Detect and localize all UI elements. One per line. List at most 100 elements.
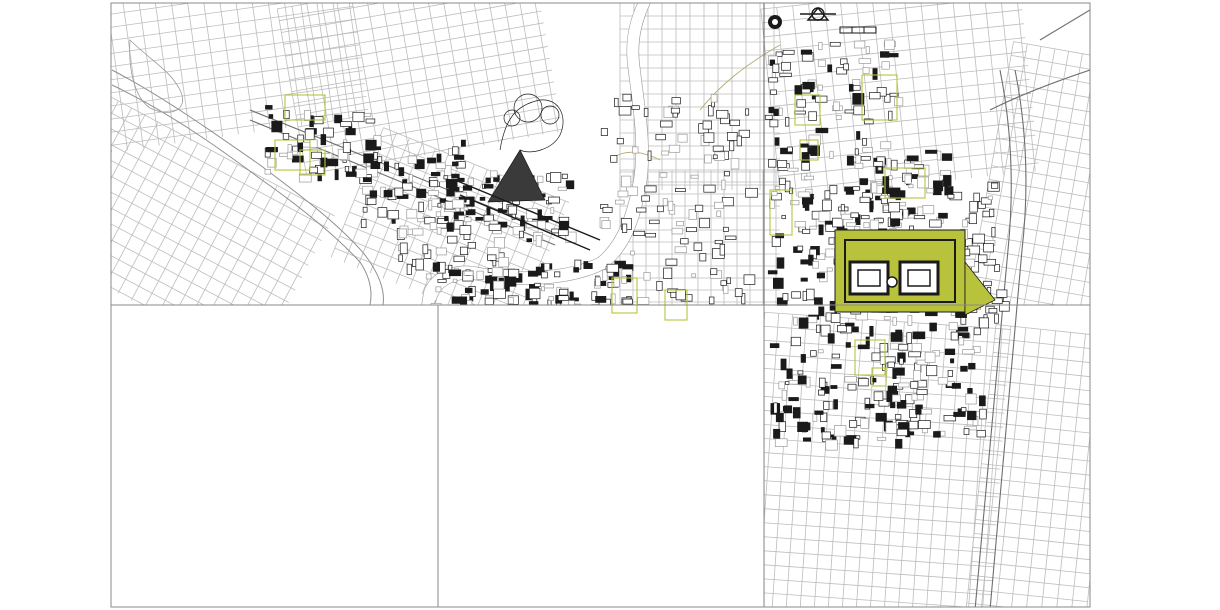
building [907, 315, 913, 326]
street-line [111, 144, 113, 153]
building [884, 39, 895, 50]
building [493, 288, 506, 299]
building [714, 239, 723, 245]
building [557, 186, 567, 191]
building [408, 174, 413, 183]
street-line [277, 3, 313, 10]
building [814, 297, 823, 306]
building [819, 377, 826, 388]
bottom-middle-frame[interactable] [437, 304, 765, 608]
street-line [764, 522, 996, 540]
building [825, 439, 838, 451]
bottom-left-frame[interactable] [110, 304, 439, 608]
street-line [824, 3, 845, 192]
building [947, 370, 953, 377]
building [817, 84, 823, 91]
cad-map-viewport[interactable] [0, 0, 1220, 610]
building [435, 162, 446, 169]
building [736, 135, 742, 147]
building [417, 217, 425, 223]
building [773, 402, 778, 414]
street-line [969, 574, 1090, 589]
street-line [519, 3, 544, 135]
building [710, 268, 718, 275]
building [467, 242, 476, 249]
building [858, 378, 869, 387]
building [961, 407, 967, 412]
building [812, 261, 819, 269]
building [840, 204, 845, 212]
building [647, 150, 652, 161]
building [435, 211, 442, 217]
building [632, 146, 639, 154]
building [694, 204, 704, 212]
building [908, 351, 921, 358]
building [858, 58, 872, 64]
building [641, 195, 650, 202]
building [541, 271, 548, 279]
building [745, 187, 758, 198]
building [526, 238, 533, 243]
street-line [285, 10, 542, 57]
building [898, 343, 909, 351]
building [630, 250, 635, 256]
building [865, 46, 870, 54]
building [621, 276, 627, 284]
building [791, 291, 801, 299]
building [591, 304, 601, 313]
building [427, 190, 439, 196]
building [394, 187, 404, 197]
building [820, 427, 825, 433]
building [672, 112, 678, 118]
building [768, 77, 778, 83]
street-line [111, 114, 146, 180]
building [712, 154, 718, 160]
city-plan-drawing[interactable] [0, 0, 1220, 610]
building [972, 233, 985, 244]
building [710, 94, 718, 103]
building [366, 197, 377, 205]
building [268, 114, 274, 119]
building [429, 179, 439, 188]
street-line [985, 421, 1090, 434]
street-line [111, 29, 128, 151]
street-line [25, 94, 105, 244]
building [432, 262, 441, 272]
building [708, 296, 715, 305]
building [402, 182, 413, 191]
building [484, 297, 494, 305]
building [622, 298, 633, 305]
building [777, 160, 788, 168]
building [452, 146, 459, 156]
street-line [383, 127, 570, 203]
building [602, 206, 613, 213]
building [873, 161, 884, 167]
street-line [111, 107, 132, 148]
street-line [764, 536, 995, 554]
building [852, 186, 860, 191]
building [824, 220, 834, 225]
building [430, 172, 441, 177]
building [823, 401, 830, 410]
building [912, 331, 926, 340]
building [691, 273, 697, 278]
building [527, 270, 539, 277]
street-line [976, 505, 1090, 518]
building [941, 153, 953, 161]
building [309, 139, 318, 148]
building [772, 277, 784, 289]
building [665, 258, 678, 266]
street-line [111, 271, 175, 305]
building [772, 63, 780, 73]
building [913, 215, 926, 220]
building [925, 312, 938, 317]
building [892, 394, 901, 403]
street-line [397, 3, 426, 156]
building [926, 188, 934, 194]
building [953, 411, 966, 417]
building [855, 155, 861, 164]
building [875, 412, 887, 422]
building [595, 276, 601, 287]
building [636, 207, 647, 213]
building [557, 295, 569, 301]
